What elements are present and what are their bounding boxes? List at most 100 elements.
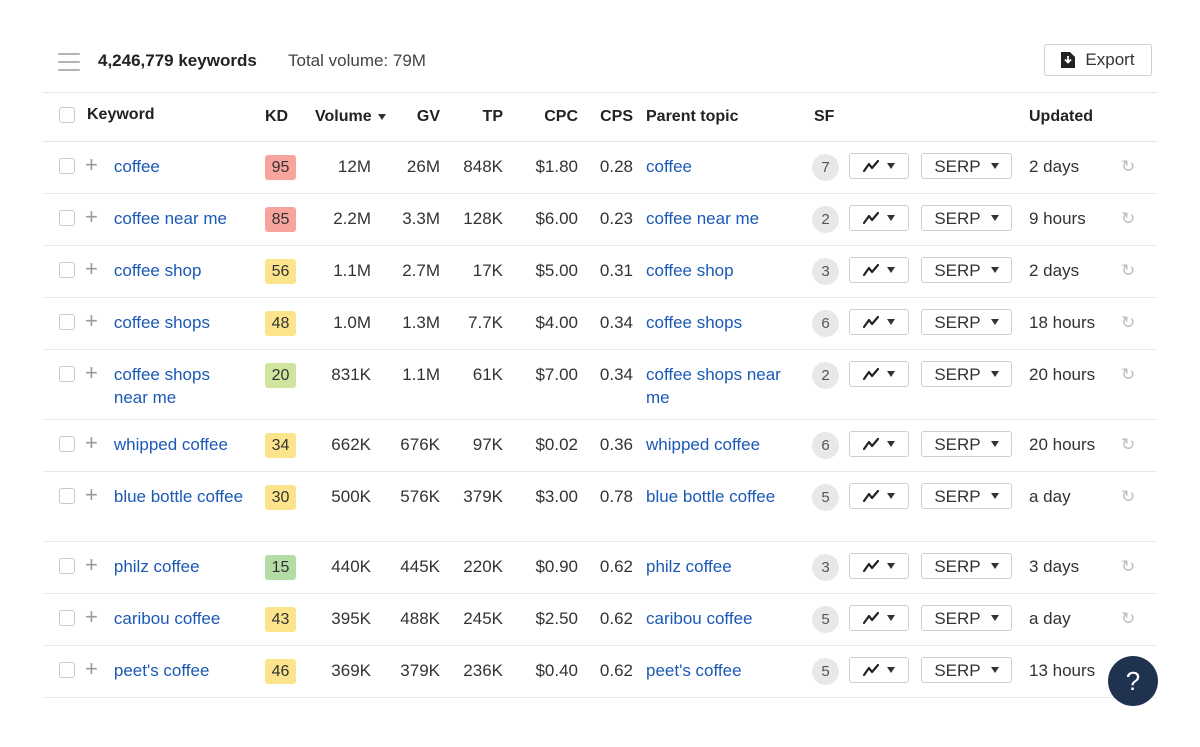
trend-dropdown[interactable] bbox=[849, 361, 909, 387]
sf-count-badge[interactable]: 3 bbox=[812, 258, 839, 285]
refresh-icon[interactable]: ↻ bbox=[1121, 261, 1135, 280]
sf-count-badge[interactable]: 5 bbox=[812, 606, 839, 633]
parent-topic-link[interactable]: coffee bbox=[646, 157, 692, 176]
sf-count-badge[interactable]: 2 bbox=[812, 362, 839, 389]
sf-count-badge[interactable]: 5 bbox=[812, 484, 839, 511]
table-row: + coffee shop 56 1.1M 2.7M 17K $5.00 0.3… bbox=[43, 245, 1157, 298]
keyword-link[interactable]: coffee bbox=[108, 155, 160, 178]
row-checkbox[interactable] bbox=[59, 436, 75, 452]
parent-topic-link[interactable]: blue bottle coffee bbox=[646, 487, 775, 506]
kd-header[interactable]: KD bbox=[265, 93, 315, 142]
add-to-list-icon[interactable]: + bbox=[85, 310, 98, 334]
serp-dropdown[interactable]: SERP bbox=[921, 605, 1012, 631]
sf-header[interactable]: SF bbox=[801, 93, 845, 142]
add-to-list-icon[interactable]: + bbox=[85, 606, 98, 630]
serp-dropdown[interactable]: SERP bbox=[921, 153, 1012, 179]
refresh-icon[interactable]: ↻ bbox=[1121, 365, 1135, 384]
sf-count-badge[interactable]: 5 bbox=[812, 658, 839, 685]
serp-dropdown[interactable]: SERP bbox=[921, 257, 1012, 283]
keyword-link[interactable]: peet's coffee bbox=[108, 659, 210, 682]
row-checkbox[interactable] bbox=[59, 262, 75, 278]
parent-topic-link[interactable]: coffee near me bbox=[646, 209, 759, 228]
keyword-link[interactable]: coffee shops bbox=[108, 311, 210, 334]
volume-header[interactable]: Volume bbox=[315, 93, 386, 142]
refresh-icon[interactable]: ↻ bbox=[1121, 487, 1135, 506]
row-checkbox[interactable] bbox=[59, 558, 75, 574]
sf-count-badge[interactable]: 2 bbox=[812, 206, 839, 233]
trend-dropdown[interactable] bbox=[849, 605, 909, 631]
select-all-checkbox[interactable] bbox=[59, 107, 75, 123]
trend-dropdown[interactable] bbox=[849, 483, 909, 509]
serp-dropdown[interactable]: SERP bbox=[921, 483, 1012, 509]
row-checkbox[interactable] bbox=[59, 662, 75, 678]
serp-dropdown[interactable]: SERP bbox=[921, 309, 1012, 335]
updated-header[interactable]: Updated bbox=[1029, 93, 1113, 142]
export-button[interactable]: Export bbox=[1044, 44, 1152, 76]
row-checkbox[interactable] bbox=[59, 158, 75, 174]
tp-cell: 128K bbox=[440, 193, 503, 246]
menu-icon[interactable] bbox=[58, 53, 80, 71]
help-button[interactable]: ? bbox=[1108, 656, 1158, 706]
row-checkbox[interactable] bbox=[59, 314, 75, 330]
parent-topic-header[interactable]: Parent topic bbox=[633, 93, 801, 142]
add-to-list-icon[interactable]: + bbox=[85, 554, 98, 578]
trend-dropdown[interactable] bbox=[849, 257, 909, 283]
add-to-list-icon[interactable]: + bbox=[85, 484, 98, 508]
gv-cell: 3.3M bbox=[379, 193, 440, 246]
parent-topic-link[interactable]: coffee shop bbox=[646, 261, 734, 280]
refresh-icon[interactable]: ↻ bbox=[1121, 157, 1135, 176]
cpc-header[interactable]: CPC bbox=[503, 93, 578, 142]
row-checkbox[interactable] bbox=[59, 366, 75, 382]
gv-cell: 1.3M bbox=[379, 297, 440, 350]
parent-topic-link[interactable]: coffee shops bbox=[646, 313, 742, 332]
refresh-icon[interactable]: ↻ bbox=[1121, 313, 1135, 332]
add-to-list-icon[interactable]: + bbox=[85, 658, 98, 682]
trend-dropdown[interactable] bbox=[849, 553, 909, 579]
row-checkbox[interactable] bbox=[59, 488, 75, 504]
parent-topic-link[interactable]: coffee shops near me bbox=[646, 365, 781, 407]
refresh-icon[interactable]: ↻ bbox=[1121, 609, 1135, 628]
serp-dropdown[interactable]: SERP bbox=[921, 361, 1012, 387]
keyword-link[interactable]: blue bottle coffee bbox=[108, 485, 243, 508]
row-checkbox[interactable] bbox=[59, 210, 75, 226]
trend-dropdown[interactable] bbox=[849, 153, 909, 179]
row-checkbox[interactable] bbox=[59, 610, 75, 626]
parent-topic-link[interactable]: whipped coffee bbox=[646, 435, 760, 454]
refresh-icon[interactable]: ↻ bbox=[1121, 435, 1135, 454]
serp-dropdown[interactable]: SERP bbox=[921, 657, 1012, 683]
kd-cell: 43 bbox=[265, 593, 315, 646]
serp-dropdown[interactable]: SERP bbox=[921, 431, 1012, 457]
parent-topic-link[interactable]: philz coffee bbox=[646, 557, 732, 576]
sf-count-badge[interactable]: 7 bbox=[812, 154, 839, 181]
keyword-link[interactable]: coffee shops near me bbox=[108, 363, 244, 409]
keyword-count: 4,246,779 keywords bbox=[98, 51, 257, 70]
sf-count-badge[interactable]: 6 bbox=[812, 310, 839, 337]
add-to-list-icon[interactable]: + bbox=[85, 154, 98, 178]
keyword-link[interactable]: caribou coffee bbox=[108, 607, 220, 630]
trend-dropdown[interactable] bbox=[849, 657, 909, 683]
serp-dropdown[interactable]: SERP bbox=[921, 205, 1012, 231]
add-to-list-icon[interactable]: + bbox=[85, 432, 98, 456]
refresh-icon[interactable]: ↻ bbox=[1121, 557, 1135, 576]
add-to-list-icon[interactable]: + bbox=[85, 362, 98, 409]
keyword-link[interactable]: coffee near me bbox=[108, 207, 227, 230]
keyword-link[interactable]: coffee shop bbox=[108, 259, 202, 282]
cps-header[interactable]: CPS bbox=[578, 93, 633, 142]
tp-header[interactable]: TP bbox=[440, 93, 503, 142]
parent-topic-link[interactable]: caribou coffee bbox=[646, 609, 752, 628]
trend-dropdown[interactable] bbox=[849, 309, 909, 335]
sf-count-badge[interactable]: 6 bbox=[812, 432, 839, 459]
serp-dropdown[interactable]: SERP bbox=[921, 553, 1012, 579]
keyword-link[interactable]: whipped coffee bbox=[108, 433, 228, 456]
trend-dropdown[interactable] bbox=[849, 431, 909, 457]
gv-header[interactable]: GV bbox=[379, 93, 440, 142]
trend-dropdown[interactable] bbox=[849, 205, 909, 231]
add-to-list-icon[interactable]: + bbox=[85, 206, 98, 230]
parent-topic-link[interactable]: peet's coffee bbox=[646, 661, 742, 680]
refresh-icon[interactable]: ↻ bbox=[1121, 209, 1135, 228]
cpc-cell: $5.00 bbox=[503, 245, 578, 298]
keyword-link[interactable]: philz coffee bbox=[108, 555, 200, 578]
cpc-cell: $7.00 bbox=[503, 349, 578, 420]
sf-count-badge[interactable]: 3 bbox=[812, 554, 839, 581]
add-to-list-icon[interactable]: + bbox=[85, 258, 98, 282]
